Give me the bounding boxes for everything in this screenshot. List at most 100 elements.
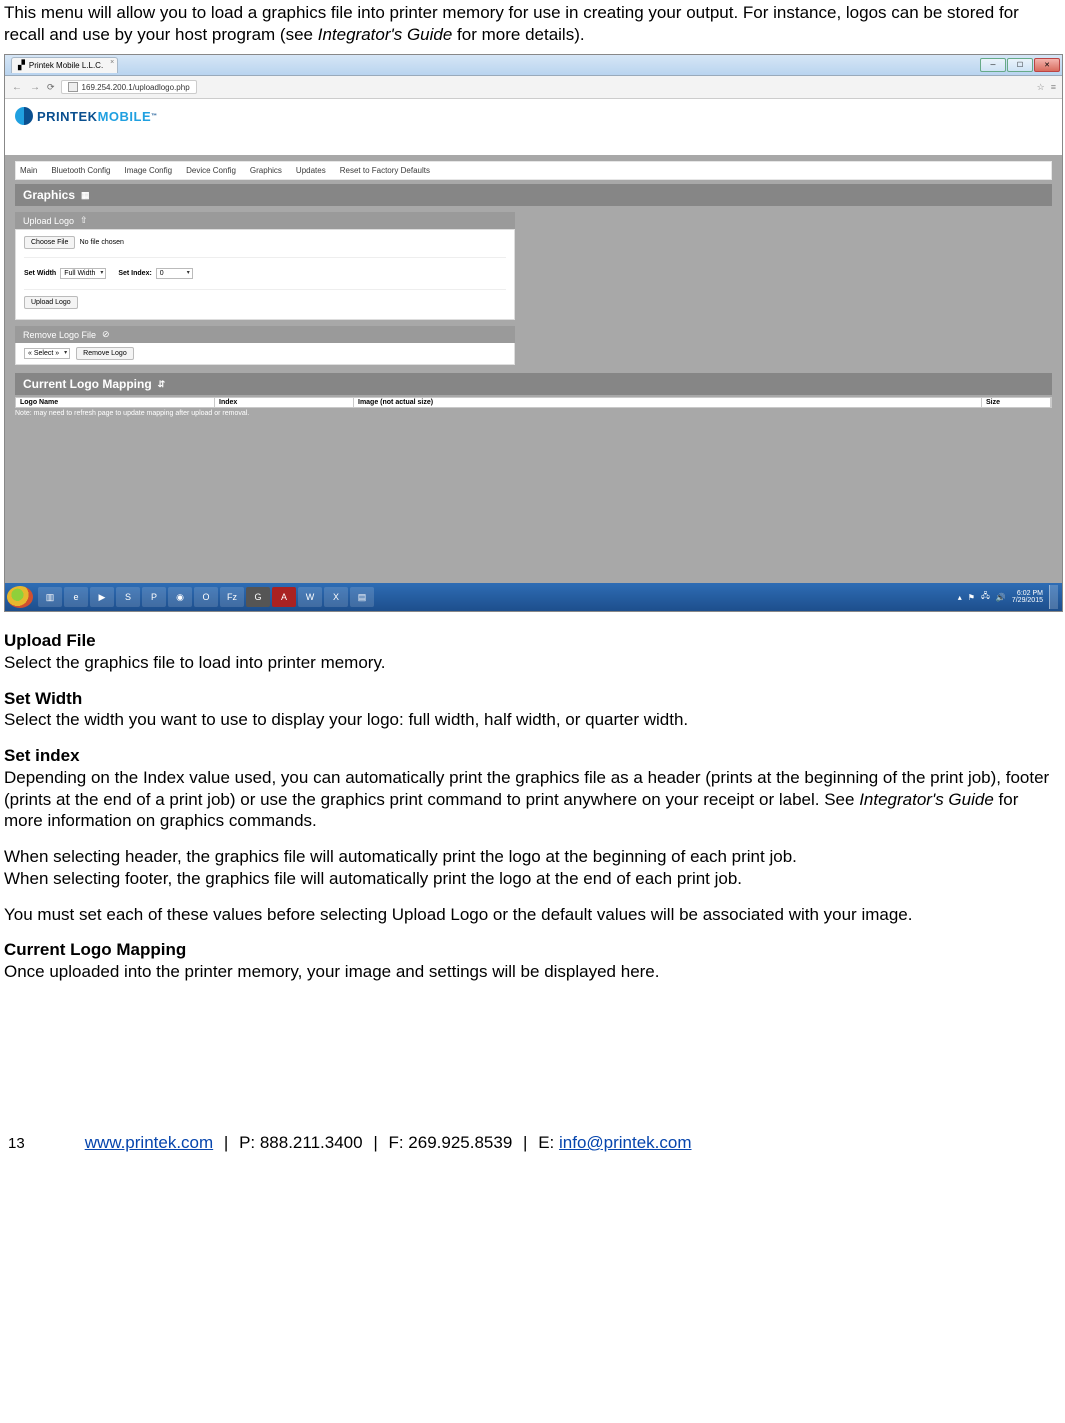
tray-clock[interactable]: 6:02 PM 7/29/2015 [1012, 590, 1043, 604]
mapping-heading: Current Logo Mapping ⇵ [15, 373, 1052, 395]
task-filezilla-icon[interactable]: Fz [220, 587, 244, 607]
start-button-icon[interactable] [7, 586, 33, 608]
trademark-icon: ™ [151, 113, 157, 119]
page-footer: 13 www.printek.com | P: 888.211.3400 | F… [4, 1133, 1061, 1163]
set-index-heading: Set index [4, 745, 1061, 767]
set-index-label: Set Index: [118, 270, 151, 277]
footer-email-label: E: [538, 1133, 559, 1152]
graphics-heading-text: Graphics [23, 188, 75, 202]
nav-image[interactable]: Image Config [125, 166, 173, 175]
intro-em: Integrator's Guide [318, 25, 453, 44]
menu-icon[interactable]: ≡ [1051, 82, 1056, 93]
browser-tab-title: Printek Mobile L.L.C. [29, 61, 103, 70]
upload-panel: Choose File No file chosen Set Width Ful… [15, 229, 515, 320]
page-body: PRINTEKMOBILE™ Main Bluetooth Config Ima… [5, 99, 1062, 583]
upload-icon: ⇧ [80, 215, 88, 226]
upload-file-p: Select the graphics file to load into pr… [4, 652, 1061, 674]
th-size: Size [982, 398, 1051, 407]
footer-phone: P: 888.211.3400 [239, 1133, 363, 1152]
task-adobe-icon[interactable]: A [272, 587, 296, 607]
footer-fax: F: 269.925.8539 [388, 1133, 512, 1152]
nav-main[interactable]: Main [20, 166, 37, 175]
set-index-p3: You must set each of these values before… [4, 904, 1061, 926]
forward-icon[interactable]: → [29, 82, 41, 93]
tray-up-icon[interactable]: ▴ [958, 593, 962, 602]
remove-logo-heading-text: Remove Logo File [23, 330, 96, 340]
sitemap-icon: ⇵ [158, 379, 166, 390]
browser-screenshot: ▞ Printek Mobile L.L.C. × ─ ☐ ✕ ← → ⟳ 16… [4, 54, 1063, 612]
footer-email[interactable]: info@printek.com [559, 1133, 692, 1152]
set-index-em: Integrator's Guide [859, 790, 994, 809]
task-explorer-icon[interactable]: ▥ [38, 587, 62, 607]
task-media-icon[interactable]: ▶ [90, 587, 114, 607]
remove-select-value: « Select » [28, 350, 59, 357]
mapping-heading-text: Current Logo Mapping [23, 377, 152, 391]
back-icon[interactable]: ← [11, 82, 23, 93]
task-ie-icon[interactable]: e [64, 587, 88, 607]
tab-close-icon[interactable]: × [110, 59, 114, 66]
window-titlebar: ▞ Printek Mobile L.L.C. × ─ ☐ ✕ [5, 55, 1062, 76]
task-app-icon[interactable]: ▤ [350, 587, 374, 607]
image-icon: ▦ [81, 190, 90, 201]
window-close-button[interactable]: ✕ [1034, 58, 1060, 72]
printek-logo-icon [15, 107, 33, 125]
nav-reset[interactable]: Reset to Factory Defaults [340, 166, 430, 175]
nav-updates[interactable]: Updates [296, 166, 326, 175]
th-image: Image (not actual size) [354, 398, 982, 407]
remove-logo-heading: Remove Logo File ⊘ [15, 326, 515, 343]
url-text: 169.254.200.1/uploadlogo.php [82, 83, 190, 92]
set-width-value: Full Width [64, 270, 95, 277]
task-skype-icon[interactable]: S [116, 587, 140, 607]
nav-graphics[interactable]: Graphics [250, 166, 282, 175]
page-number: 13 [8, 1135, 25, 1152]
remove-logo-button[interactable]: Remove Logo [76, 347, 134, 360]
upload-logo-heading: Upload Logo ⇧ [15, 212, 515, 229]
th-index: Index [215, 398, 354, 407]
set-index-value: 0 [160, 270, 164, 277]
task-excel-icon[interactable]: X [324, 587, 348, 607]
task-gc-icon[interactable]: G [246, 587, 270, 607]
upload-logo-heading-text: Upload Logo [23, 216, 74, 226]
graphics-heading: Graphics ▦ [15, 184, 1052, 206]
logo-header-panel: PRINTEKMOBILE™ [5, 99, 1062, 155]
task-publisher-icon[interactable]: P [142, 587, 166, 607]
intro-text-2: for more details). [452, 25, 584, 44]
logo-text-1: PRINTEK [37, 109, 98, 124]
set-width-heading: Set Width [4, 688, 1061, 710]
logo-text-2: MOBILE [98, 109, 152, 124]
tray-sound-icon[interactable]: 🔊 [996, 593, 1006, 602]
set-index-select[interactable]: 0 [156, 268, 193, 279]
choose-file-button[interactable]: Choose File [24, 236, 75, 249]
address-bar[interactable]: 169.254.200.1/uploadlogo.php [61, 80, 197, 94]
upload-logo-button[interactable]: Upload Logo [24, 296, 78, 309]
tray-network-icon[interactable]: 🖧 [981, 590, 990, 604]
task-word-icon[interactable]: W [298, 587, 322, 607]
main-nav: Main Bluetooth Config Image Config Devic… [15, 161, 1052, 180]
set-width-p: Select the width you want to use to disp… [4, 709, 1061, 731]
th-logo-name: Logo Name [16, 398, 215, 407]
set-width-select[interactable]: Full Width [60, 268, 106, 279]
page-icon [68, 82, 78, 92]
mapping-body-p: Once uploaded into the printer memory, y… [4, 961, 1061, 983]
browser-toolbar: ← → ⟳ 169.254.200.1/uploadlogo.php ☆ ≡ [5, 76, 1062, 99]
task-outlook-icon[interactable]: O [194, 587, 218, 607]
set-index-p2: When selecting header, the graphics file… [4, 846, 1061, 890]
show-desktop-button[interactable] [1049, 585, 1058, 609]
footer-url[interactable]: www.printek.com [85, 1133, 213, 1152]
tray-flag-icon[interactable]: ⚑ [968, 593, 975, 602]
clock-date: 7/29/2015 [1012, 597, 1043, 604]
browser-tab[interactable]: ▞ Printek Mobile L.L.C. × [11, 57, 118, 73]
nav-bluetooth[interactable]: Bluetooth Config [51, 166, 110, 175]
remove-select[interactable]: « Select » [24, 348, 70, 359]
mapping-table-header: Logo Name Index Image (not actual size) … [15, 397, 1052, 408]
window-minimize-button[interactable]: ─ [980, 58, 1006, 72]
no-file-text: No file chosen [80, 239, 124, 246]
windows-taskbar: ▥ e ▶ S P ◉ O Fz G A W X ▤ ▴ ⚑ 🖧 🔊 6:02 … [5, 583, 1062, 611]
window-maximize-button[interactable]: ☐ [1007, 58, 1033, 72]
nav-device[interactable]: Device Config [186, 166, 236, 175]
remove-icon: ⊘ [102, 329, 110, 340]
reload-icon[interactable]: ⟳ [47, 82, 55, 93]
bookmark-icon[interactable]: ☆ [1037, 82, 1045, 93]
upload-file-heading: Upload File [4, 630, 1061, 652]
task-chrome-icon[interactable]: ◉ [168, 587, 192, 607]
